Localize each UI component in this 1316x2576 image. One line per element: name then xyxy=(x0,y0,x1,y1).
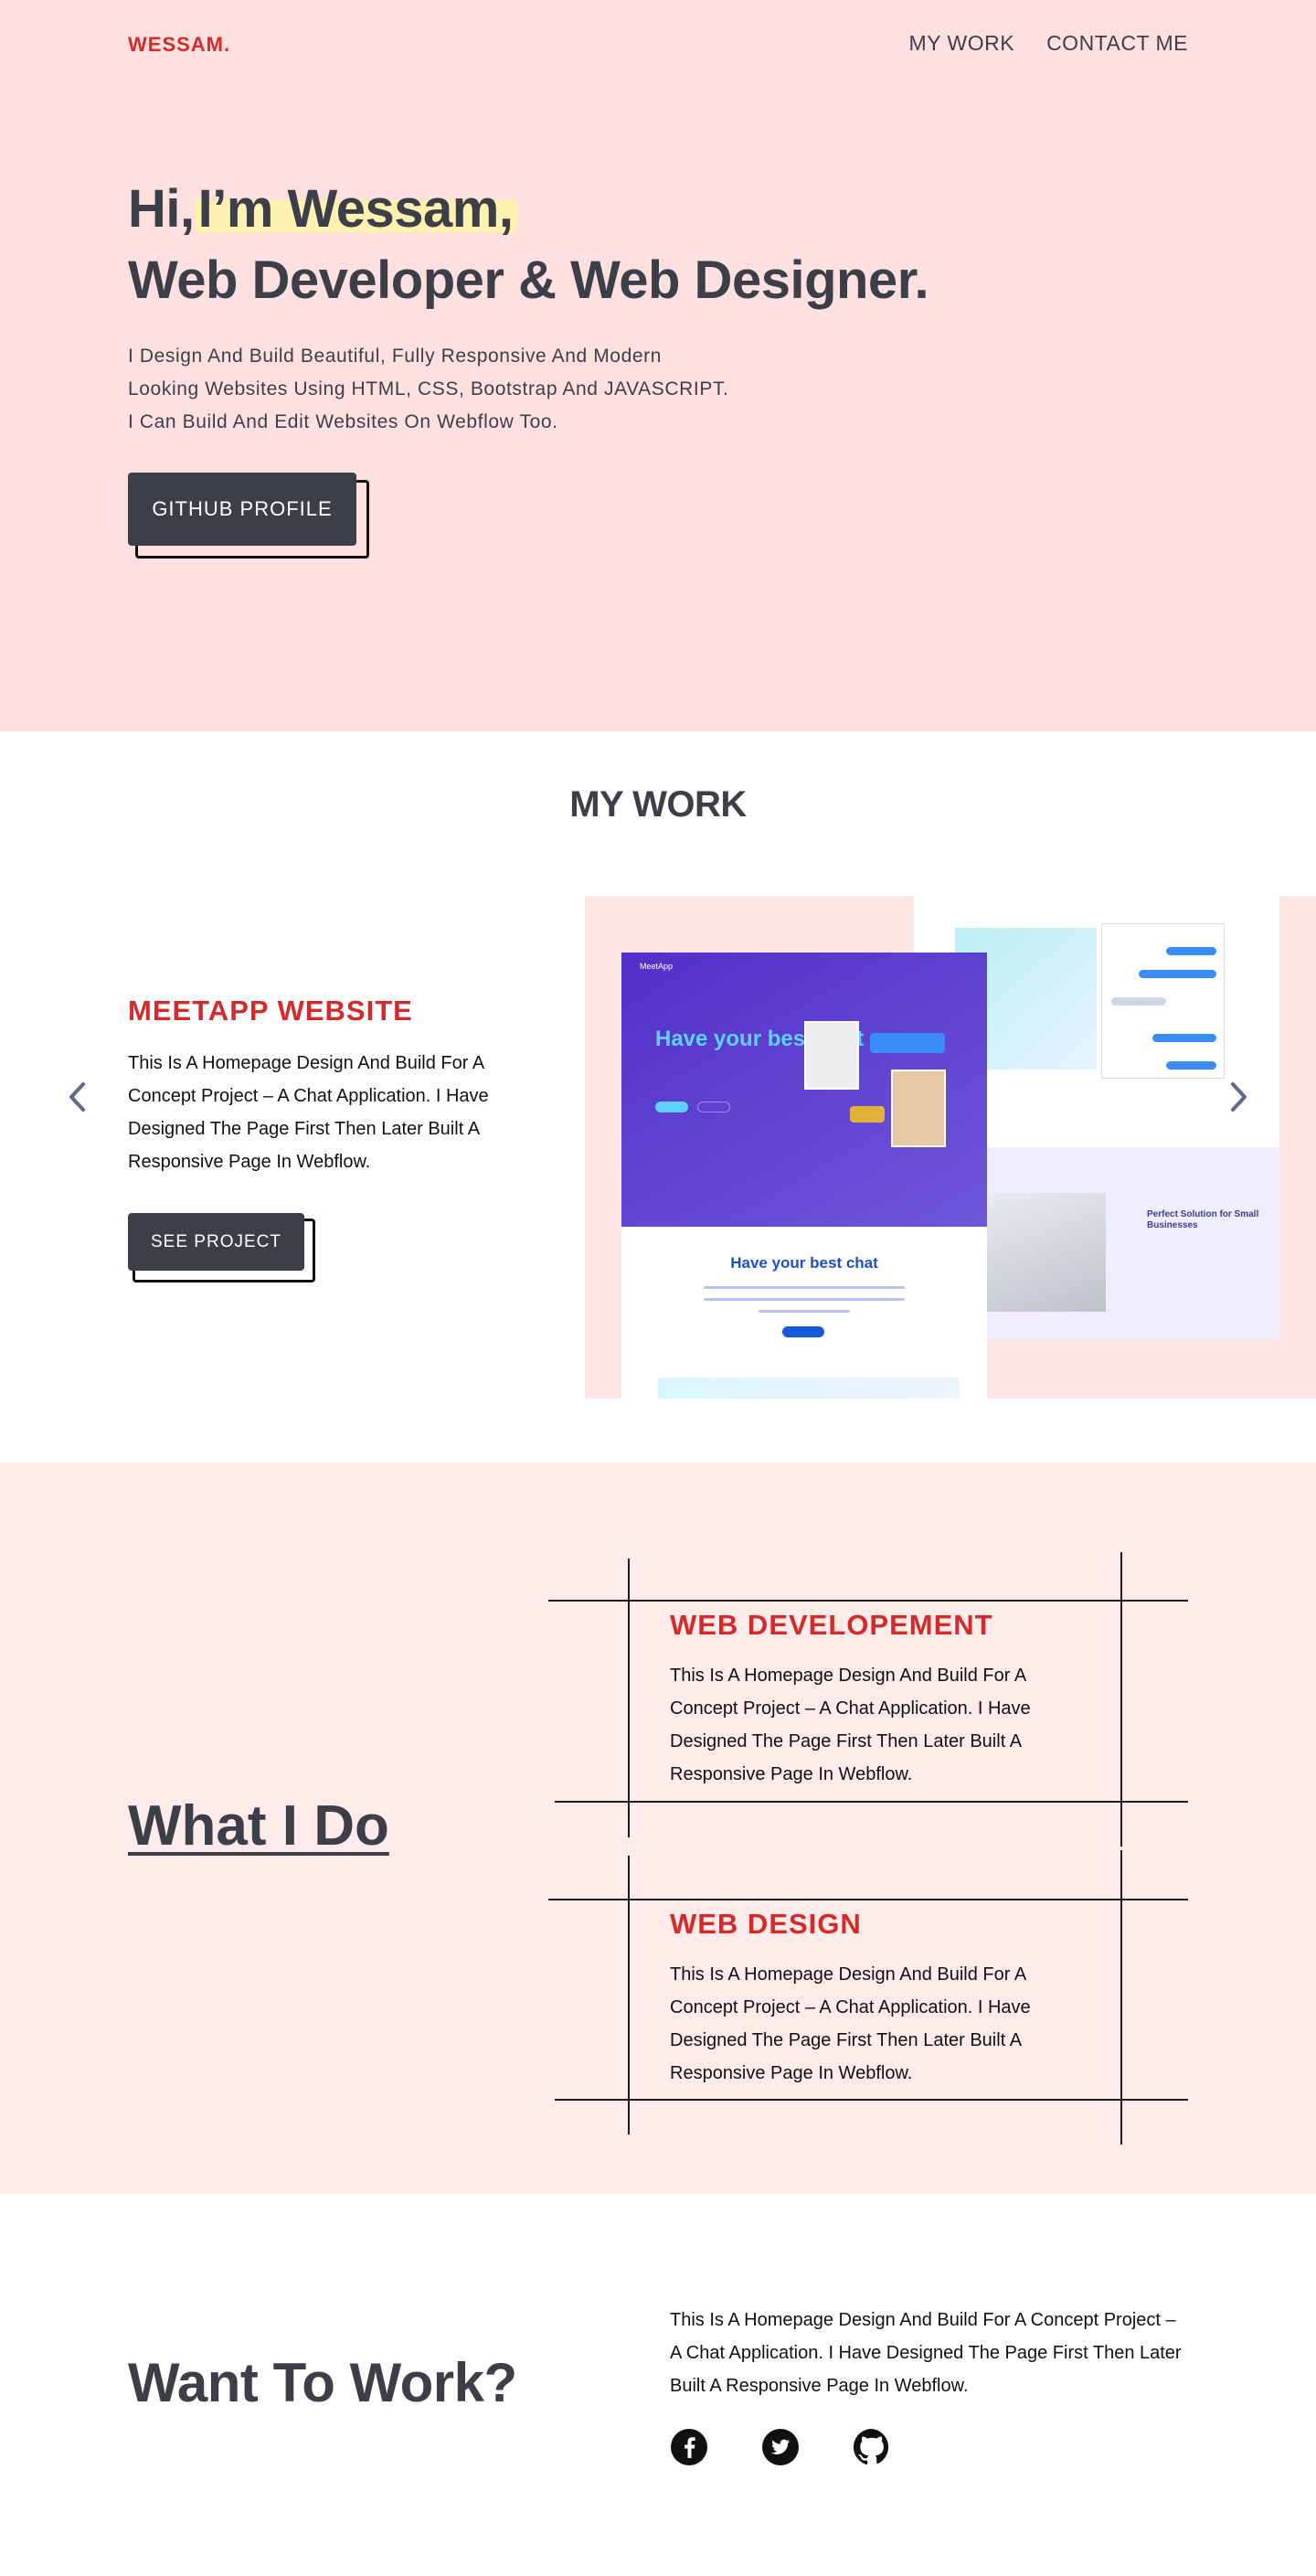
my-work-title: MY WORK xyxy=(569,784,747,825)
mockup-chat-bubble xyxy=(1152,1034,1216,1042)
mockup-chat-window xyxy=(1101,923,1225,1079)
want-to-work-title: Want To Work? xyxy=(128,2352,517,2413)
project-mockup-image: Perfect Solution for Small Businesses Me… xyxy=(585,896,1316,1399)
frame-line xyxy=(1120,1850,1122,2145)
service-description: This Is A Homepage Design And Build For … xyxy=(670,1666,1031,1784)
frame-line xyxy=(555,2099,1188,2101)
mockup-chat-bubble xyxy=(1166,947,1216,955)
services-section: What I Do WEB DEVELOPEMENT This Is A Hom… xyxy=(0,1463,1316,2194)
mockup-cta-secondary xyxy=(697,1102,730,1112)
see-project-button[interactable]: SEE PROJECT xyxy=(128,1213,304,1271)
frame-line xyxy=(628,1559,630,1837)
mockup-brand: MeetApp xyxy=(640,962,674,971)
twitter-icon[interactable] xyxy=(761,2428,800,2466)
mockup-main-page: MeetApp Have your best chat Have your be… xyxy=(621,953,987,1399)
see-project-button-group: SEE PROJECT xyxy=(128,1213,315,1284)
carousel-prev-button[interactable] xyxy=(59,1079,96,1115)
hero-section: WESSAM. MY WORK CONTACT ME Hi,I’m Wessam… xyxy=(0,0,1316,731)
what-i-do-title: What I Do xyxy=(128,1794,389,1857)
hero-title: Hi,I’m Wessam, Web Developer & Web Desig… xyxy=(128,174,929,316)
mockup-side-title: Perfect Solution for Small Businesses xyxy=(1147,1209,1259,1230)
mockup-chat-bubble xyxy=(870,1033,945,1053)
github-icon[interactable] xyxy=(853,2428,891,2466)
mockup-cta-button xyxy=(782,1326,824,1337)
mockup-subheadline: Have your best chat xyxy=(730,1254,878,1272)
frame-line xyxy=(548,1899,1188,1900)
hero-description-line: I Can Build And Edit Websites On Webflow… xyxy=(128,411,558,432)
carousel-next-button[interactable] xyxy=(1220,1079,1257,1115)
mockup-chat-bubble xyxy=(1166,1061,1216,1070)
hero-role: Web Developer & Web Designer. xyxy=(128,250,929,310)
mockup-text-line xyxy=(704,1298,905,1301)
chevron-right-icon xyxy=(1231,1082,1247,1112)
mockup-chat-bubble xyxy=(1139,970,1216,978)
hero-description-line: Looking Websites Using HTML, CSS, Bootst… xyxy=(128,378,729,399)
chevron-left-icon xyxy=(69,1082,85,1112)
nav-my-work[interactable]: MY WORK xyxy=(909,31,1015,56)
frame-line xyxy=(1120,1552,1122,1847)
contact-description: This Is A Homepage Design And Build For … xyxy=(670,2310,1182,2396)
project-title: MEETAPP WEBSITE xyxy=(128,995,413,1027)
site-logo[interactable]: WESSAM. xyxy=(128,33,230,57)
service-title-web-design: WEB DESIGN xyxy=(670,1908,862,1940)
nav-contact-me[interactable]: CONTACT ME xyxy=(1046,31,1188,56)
mockup-text-line xyxy=(704,1286,905,1289)
project-description: This Is A Homepage Design And Build For … xyxy=(128,1053,489,1172)
social-links xyxy=(670,2428,891,2466)
mockup-office-photo xyxy=(978,1193,1106,1312)
main-nav: MY WORK CONTACT ME xyxy=(909,31,1188,56)
facebook-icon[interactable] xyxy=(670,2428,708,2466)
mockup-avatar-photo xyxy=(891,1070,946,1147)
github-button-group: GITHUB PROFILE xyxy=(128,473,370,560)
github-profile-button[interactable]: GITHUB PROFILE xyxy=(128,473,356,546)
mockup-bottom-strip xyxy=(658,1378,960,1399)
mockup-avatar-photo xyxy=(804,1021,859,1090)
frame-line xyxy=(628,1856,630,2134)
hero-name-highlight: I’m Wessam, xyxy=(194,179,517,239)
hero-greeting: Hi, xyxy=(128,179,195,239)
mockup-cta-primary xyxy=(655,1102,688,1112)
mockup-text-line xyxy=(759,1310,850,1313)
service-title-web-development: WEB DEVELOPEMENT xyxy=(670,1609,993,1641)
mockup-chat-bubble xyxy=(850,1106,885,1123)
hero-description: I Design And Build Beautiful, Fully Resp… xyxy=(128,340,822,439)
mockup-chat-bubble xyxy=(1111,997,1166,1006)
frame-line xyxy=(548,1600,1188,1602)
mockup-hero: MeetApp Have your best chat xyxy=(621,953,987,1227)
service-description: This Is A Homepage Design And Build For … xyxy=(670,1964,1031,2083)
hero-description-line: I Design And Build Beautiful, Fully Resp… xyxy=(128,346,663,367)
frame-line xyxy=(555,1801,1188,1803)
